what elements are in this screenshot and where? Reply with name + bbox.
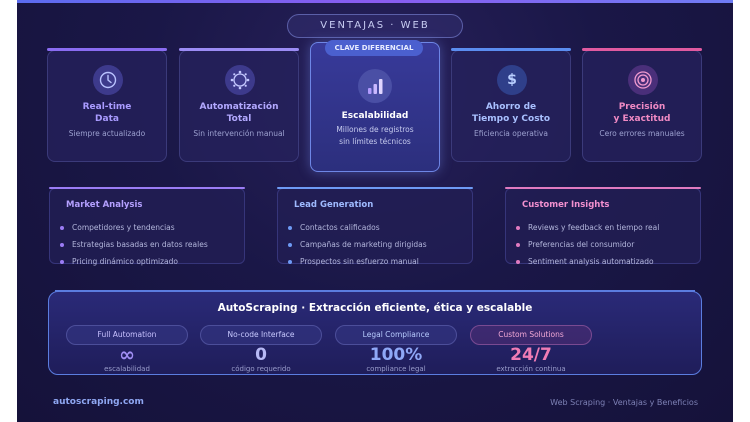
list-item: Prospectos sin esfuerzo manual [288, 253, 427, 270]
slide: VENTAJAS · WEB SCRAPING Real-timeData Si… [17, 0, 733, 422]
list-item: Reviews y feedback en tiempo real [516, 219, 659, 236]
list-item: Preferencias del consumidor [516, 236, 659, 253]
card-title: Real-time Data [82, 102, 132, 124]
dollar-icon: $ [497, 65, 527, 95]
key-differentiator-badge: CLAVE DIFERENCIAL [325, 40, 423, 56]
card-accent-bar [451, 48, 571, 51]
list-item: Campañas de marketing dirigidas [288, 236, 427, 253]
card-accent-bar [47, 48, 167, 51]
automation-icon [225, 65, 255, 95]
bullet-dot [288, 259, 292, 264]
card-real-time-data[interactable]: Real-time Data Siempre actualizado [47, 48, 167, 162]
list-item: Contactos calificados [288, 219, 427, 236]
stat-caption: escalabilidad [104, 365, 150, 373]
usecase-accent-bar [277, 187, 473, 189]
bullet-dot [60, 242, 64, 247]
list-item: Competidores y tendencias [60, 219, 208, 236]
usecase-list: Competidores y tendencias Estrategias ba… [60, 219, 208, 270]
footer-caption: Web Scraping · Ventajas y Beneficios [550, 398, 698, 407]
card-subtitle: Millones de registros sin límites técnico… [336, 125, 414, 146]
card-accent-bar [179, 48, 299, 51]
usecase-accent-bar [505, 187, 701, 189]
summary-accent-bar [55, 290, 695, 292]
bullet-dot [288, 225, 292, 230]
stat-caption: compliance legal [366, 365, 426, 373]
usecase-customer-insights[interactable]: Customer Insights Reviews y feedback en … [505, 187, 701, 266]
usecase-lead-generation[interactable]: Lead Generation Contactos calificados Ca… [277, 187, 473, 266]
usecase-title: Lead Generation [294, 200, 374, 210]
stat-value: ∞ [119, 344, 135, 366]
stat-value: 24/7 [510, 345, 552, 365]
bullet-dot [516, 242, 520, 247]
feature-pill-full-automation[interactable]: Full Automation [66, 325, 188, 345]
bullet-dot [60, 259, 64, 264]
usecase-list: Reviews y feedback en tiempo real Prefer… [516, 219, 659, 270]
card-title: Escalabilidad [341, 111, 409, 121]
section-title: VENTAJAS · WEB SCRAPING [287, 14, 463, 53]
bullet-dot [60, 225, 64, 230]
feature-pill-legal-compliance[interactable]: Legal Compliance [335, 325, 457, 345]
footer-brand-link[interactable]: autoscraping.com [53, 397, 144, 407]
top-accent-bar [17, 0, 733, 3]
card-precision-exactitud[interactable]: Precisión y Exactitud Cero errores manual… [582, 48, 702, 162]
stat-value: 100% [369, 345, 423, 365]
bar-chart-icon [358, 69, 392, 103]
stat-caption: código requerido [231, 365, 291, 373]
card-subtitle: Cero errores manuales [599, 129, 685, 138]
feature-pill-custom-solutions[interactable]: Custom Solutions [470, 325, 592, 345]
stat-value: 0 [255, 345, 267, 365]
usecase-title: Customer Insights [522, 200, 610, 210]
usecase-list: Contactos calificados Campañas de market… [288, 219, 427, 270]
feature-pill-no-code-interface[interactable]: No-code Interface [200, 325, 322, 345]
summary-panel: AutoScraping · Extracción eficiente, éti… [48, 290, 702, 375]
card-subtitle: Eficiencia operativa [474, 129, 548, 138]
bullet-dot [288, 242, 292, 247]
clock-icon [93, 65, 123, 95]
usecase-title: Market Analysis [66, 200, 143, 210]
stat-caption: extracción continua [496, 365, 566, 373]
card-accent-bar [582, 48, 702, 51]
card-title: Automatización Total [199, 102, 279, 124]
card-title: Ahorro de Tiempo y Costo [471, 102, 551, 124]
summary-title: AutoScraping · Extracción eficiente, éti… [217, 302, 533, 314]
card-ahorro-tiempo-costo[interactable]: $ Ahorro de Tiempo y Costo Eficiencia ope… [451, 48, 571, 162]
list-item: Pricing dinámico optimizado [60, 253, 208, 270]
card-title: Precisión y Exactitud [613, 102, 671, 124]
target-icon [628, 65, 658, 95]
card-automatizacion-total[interactable]: Automatización Total Sin intervención man… [179, 48, 299, 162]
card-escalabilidad[interactable]: CLAVE DIFERENCIAL Escalabilidad Millones… [310, 40, 440, 172]
card-subtitle: Sin intervención manual [193, 129, 285, 138]
bullet-dot [516, 259, 520, 264]
usecase-accent-bar [49, 187, 245, 189]
bullet-dot [516, 225, 520, 230]
usecase-market-analysis[interactable]: Market Analysis Competidores y tendencia… [49, 187, 245, 266]
list-item: Estrategias basadas en datos reales [60, 236, 208, 253]
card-subtitle: Siempre actualizado [68, 129, 146, 138]
list-item: Sentiment analysis automatizado [516, 253, 659, 270]
